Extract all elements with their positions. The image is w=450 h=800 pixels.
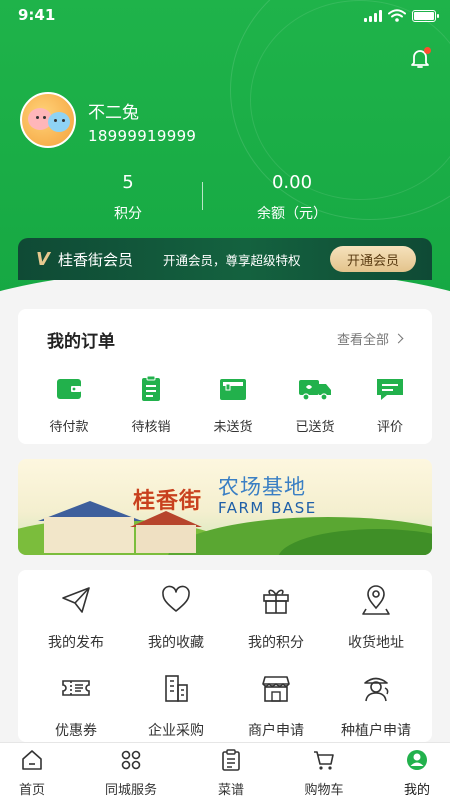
location-icon — [362, 585, 390, 615]
farm-base-banner[interactable]: 桂香街 农场基地 FARM BASE — [18, 459, 432, 555]
service-label: 优惠券 — [55, 723, 97, 739]
battery-icon — [412, 9, 439, 22]
service-my-favorites[interactable]: 我的收藏 — [126, 584, 226, 652]
home-icon — [22, 750, 42, 770]
grid-icon — [121, 750, 141, 770]
tab-label: 我的 — [403, 783, 430, 798]
tab-home[interactable]: 首页 — [0, 749, 77, 798]
service-my-points[interactable]: 我的积分 — [226, 584, 326, 652]
status-icons — [364, 9, 439, 22]
service-enterprise-purchase[interactable]: 企业采购 — [126, 672, 226, 740]
tab-mine[interactable]: 我的 — [372, 749, 450, 798]
service-label: 种植户申请 — [341, 723, 411, 739]
banner-brand: 桂香街 — [133, 489, 203, 514]
tab-recipes[interactable]: 菜谱 — [186, 749, 276, 798]
orders-title: 我的订单 — [47, 332, 115, 352]
services-card: 我的发布 我的收藏 我的积分 收货地址 优惠券 企业采购 商户申请 种植户申请 — [18, 570, 432, 742]
wallet-icon — [57, 379, 81, 399]
truck-icon — [299, 380, 331, 401]
banner-title-en: FARM BASE — [218, 499, 317, 517]
tab-label: 同城服务 — [104, 783, 157, 798]
user-name: 不二兔 — [88, 103, 139, 123]
comment-icon — [377, 379, 403, 400]
view-all-orders-link[interactable]: 查看全部 — [336, 329, 404, 348]
order-shipped[interactable]: 已送货 — [280, 376, 350, 435]
service-coupons[interactable]: 优惠券 — [26, 672, 126, 740]
order-review[interactable]: 评价 — [355, 376, 425, 435]
coupon-icon — [62, 680, 90, 696]
tab-cart[interactable]: 购物车 — [279, 749, 369, 798]
service-label: 我的积分 — [248, 635, 304, 651]
banner-title-cn: 农场基地 — [218, 475, 306, 499]
tab-label: 菜谱 — [217, 783, 244, 798]
service-label: 我的发布 — [48, 635, 104, 651]
avatar[interactable] — [20, 92, 76, 148]
cart-icon — [314, 751, 334, 770]
balance-label: 余额（元） — [257, 206, 327, 222]
view-all-label: 查看全部 — [336, 333, 389, 348]
user-icon — [407, 750, 427, 770]
order-pending-verify[interactable]: 待核销 — [116, 375, 186, 435]
vip-title: 桂香街会员 — [57, 250, 133, 269]
service-my-posts[interactable]: 我的发布 — [26, 584, 126, 652]
order-item-label: 未送货 — [213, 420, 253, 435]
service-label: 收货地址 — [348, 635, 404, 651]
notification-bell-icon[interactable] — [408, 46, 432, 70]
status-bar: 9:41 — [0, 0, 450, 32]
chevron-right-icon — [393, 333, 404, 344]
service-grower-apply[interactable]: 种植户申请 — [326, 672, 426, 740]
service-label: 我的收藏 — [148, 635, 204, 651]
open-membership-button[interactable]: 开通会员 — [330, 246, 416, 272]
notification-dot — [424, 47, 431, 54]
service-merchant-apply[interactable]: 商户申请 — [226, 672, 326, 740]
clipboard-icon — [142, 375, 160, 401]
order-item-label: 待核销 — [131, 420, 171, 435]
tab-local-services[interactable]: 同城服务 — [86, 749, 176, 798]
order-item-label: 已送货 — [295, 420, 335, 435]
orders-card: 我的订单 查看全部 待付款 待核销 未送货 已送货 评价 — [18, 309, 432, 444]
tab-label: 首页 — [18, 783, 45, 798]
wifi-icon — [388, 9, 406, 22]
service-address[interactable]: 收货地址 — [326, 584, 426, 652]
paper-plane-icon — [62, 587, 90, 613]
heart-icon — [162, 585, 190, 612]
balance-value: 0.00 — [271, 172, 313, 193]
balance-stat[interactable]: 0.00 余额（元） — [192, 172, 392, 223]
status-time: 9:41 — [18, 6, 56, 24]
order-item-label: 评价 — [376, 420, 403, 435]
order-not-shipped[interactable]: 未送货 — [198, 376, 268, 435]
vip-membership-bar[interactable]: V 桂香街会员 开通会员，尊享超级特权 开通会员 — [18, 238, 432, 280]
order-item-label: 待付款 — [49, 420, 89, 435]
box-icon — [220, 379, 246, 400]
gift-icon — [263, 589, 289, 614]
user-phone: 18999919999 — [88, 127, 197, 145]
farmer-icon — [364, 677, 389, 702]
building-icon — [165, 675, 188, 702]
vip-logo-icon: V — [36, 248, 50, 270]
service-label: 企业采购 — [148, 723, 204, 739]
store-icon — [262, 676, 290, 702]
service-label: 商户申请 — [248, 723, 304, 739]
signal-icon — [364, 9, 382, 22]
bottom-tab-bar: 首页 同城服务 菜谱 购物车 我的 — [0, 742, 450, 800]
tab-label: 购物车 — [304, 783, 344, 798]
recipe-icon — [222, 749, 240, 771]
order-pending-payment[interactable]: 待付款 — [34, 376, 104, 435]
vip-description: 开通会员，尊享超级特权 — [162, 252, 301, 268]
